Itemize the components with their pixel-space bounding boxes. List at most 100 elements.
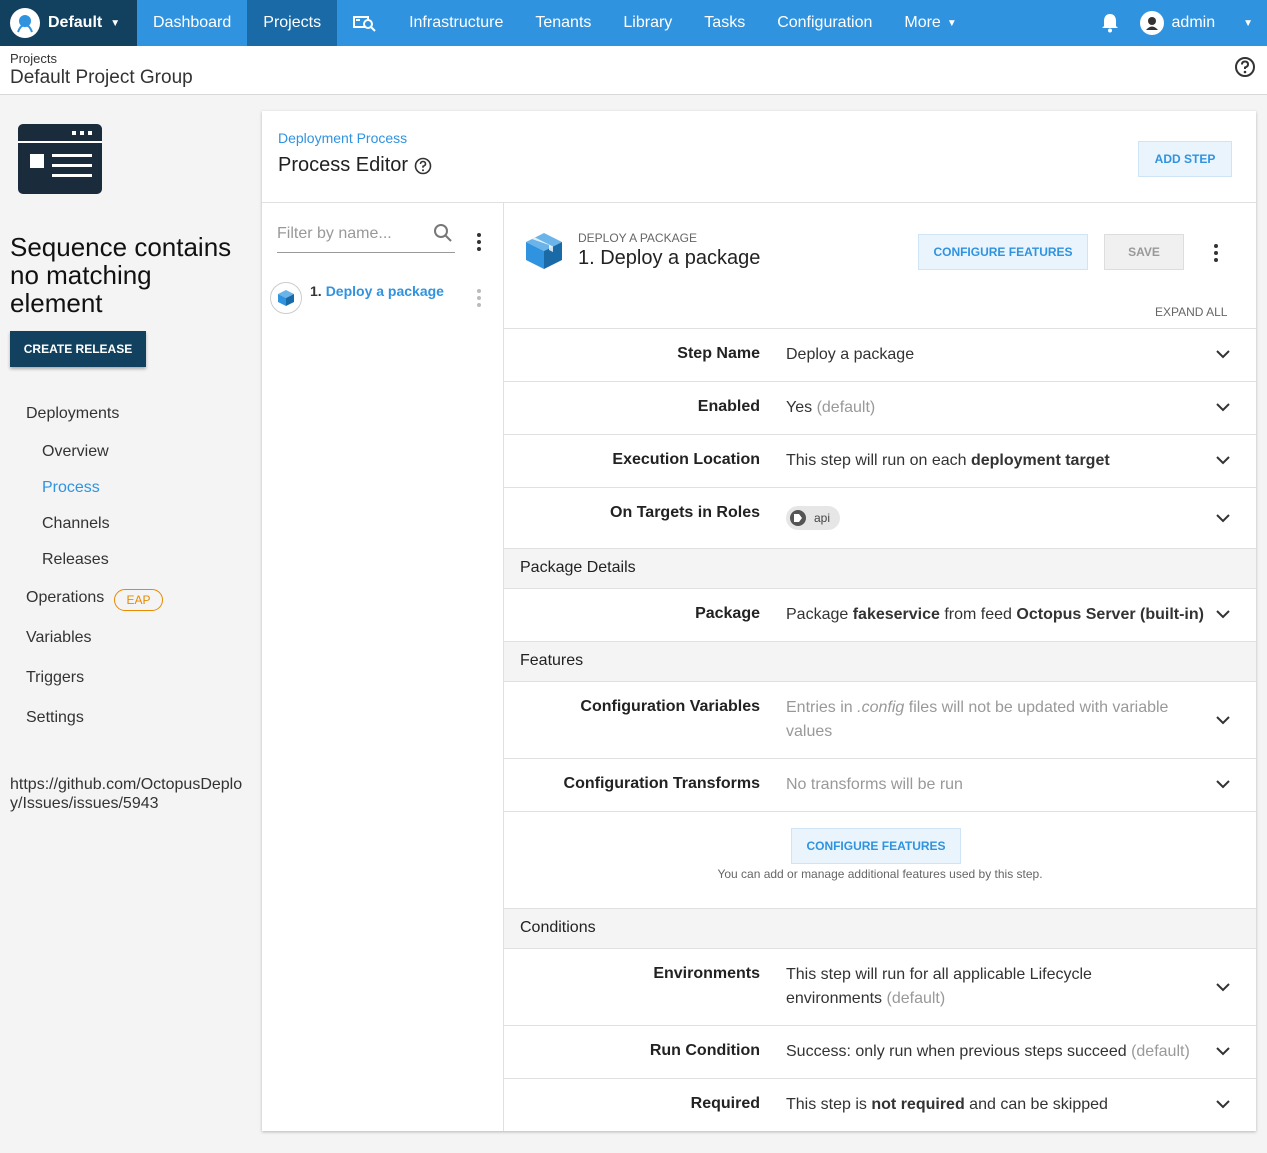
- config-extension: .config: [857, 699, 905, 716]
- chevron-down-icon: [1216, 1047, 1230, 1056]
- caret-down-icon: ▼: [110, 17, 121, 29]
- chevron-down-icon: [1216, 1100, 1230, 1109]
- sidebar-item-operations[interactable]: Operations: [26, 589, 104, 607]
- nav-projects[interactable]: Projects: [247, 0, 338, 46]
- row-run-condition[interactable]: Run Condition Success: only run when pre…: [504, 1025, 1256, 1078]
- nav-more[interactable]: More ▼: [888, 0, 972, 46]
- row-label: Configuration Variables: [580, 698, 760, 715]
- chevron-down-icon: [1216, 514, 1230, 523]
- row-label: Step Name: [677, 345, 760, 362]
- row-value-emphasis: not required: [871, 1096, 965, 1113]
- row-step-name[interactable]: Step Name Deploy a package: [504, 328, 1256, 381]
- space-switcher[interactable]: Default ▼: [0, 0, 137, 46]
- row-execution-location[interactable]: Execution Location This step will run on…: [504, 434, 1256, 487]
- user-menu[interactable]: admin ▼: [1139, 11, 1267, 35]
- editor-breadcrumb[interactable]: Deployment Process: [278, 130, 407, 146]
- page-header: Projects Default Project Group: [0, 46, 1267, 95]
- sidebar-item-settings[interactable]: Settings: [26, 709, 84, 727]
- step-number: 1.: [310, 283, 322, 299]
- nav-dashboard[interactable]: Dashboard: [137, 0, 247, 46]
- breadcrumb[interactable]: Projects: [10, 51, 57, 66]
- nav-infrastructure[interactable]: Infrastructure: [393, 0, 519, 46]
- caret-down-icon: ▼: [946, 17, 957, 29]
- row-label: Enabled: [697, 398, 760, 415]
- step-list-item[interactable]: 1. Deploy a package: [270, 282, 444, 314]
- step-item-menu-icon[interactable]: [477, 289, 481, 307]
- process-editor-card: Deployment Process Process Editor ADD ST…: [262, 111, 1256, 1131]
- row-configuration-variables[interactable]: Configuration Variables Entries in .conf…: [504, 681, 1256, 758]
- project-logo-icon: [18, 124, 102, 194]
- chevron-down-icon: [1216, 716, 1230, 725]
- row-label: Package: [695, 605, 760, 622]
- page-title: Default Project Group: [10, 67, 193, 88]
- divider: [504, 811, 1256, 812]
- package-icon: [270, 282, 302, 314]
- row-configuration-transforms[interactable]: Configuration Transforms No transforms w…: [504, 758, 1256, 811]
- row-value: from feed: [944, 606, 1012, 623]
- expand-all-button[interactable]: EXPAND ALL: [1155, 305, 1227, 319]
- sidebar-item-variables[interactable]: Variables: [26, 629, 92, 647]
- step-list-menu-icon[interactable]: [477, 233, 481, 251]
- chevron-down-icon: [1216, 350, 1230, 359]
- nav-search[interactable]: [337, 0, 393, 46]
- section-conditions: Conditions: [504, 908, 1256, 948]
- space-name: Default: [48, 14, 103, 31]
- row-value: and can be skipped: [969, 1096, 1108, 1113]
- user-avatar-icon: [1139, 11, 1164, 35]
- top-nav: Default ▼ Dashboard Projects Infrastruct…: [0, 0, 1267, 46]
- tag-icon: [790, 510, 806, 526]
- create-release-button[interactable]: CREATE RELEASE: [10, 331, 146, 367]
- sidebar-item-process[interactable]: Process: [42, 479, 100, 497]
- step-title: 1. Deploy a package: [578, 247, 761, 269]
- step-name: Deploy a package: [325, 283, 444, 299]
- chevron-down-icon: [1216, 403, 1230, 412]
- default-hint: (default): [886, 990, 946, 1007]
- nav-library[interactable]: Library: [607, 0, 688, 46]
- editor-title: Process Editor: [278, 154, 432, 177]
- row-environments[interactable]: Environments This step will run for all …: [504, 948, 1256, 1025]
- sidebar-item-triggers[interactable]: Triggers: [26, 669, 84, 687]
- sidebar-item-channels[interactable]: Channels: [42, 515, 110, 533]
- row-value: Deploy a package: [786, 346, 915, 363]
- package-name: fakeservice: [852, 606, 940, 623]
- row-enabled[interactable]: Enabled Yes (default): [504, 381, 1256, 434]
- issue-link[interactable]: https://github.com/OctopusDeploy/Issues/…: [10, 775, 250, 813]
- row-value: This step will run on each: [786, 452, 967, 469]
- octopus-logo-icon: [10, 8, 40, 38]
- row-value: No transforms will be run: [786, 776, 963, 793]
- search-icon: [434, 224, 452, 242]
- search-machines-icon: [353, 16, 376, 32]
- row-label: On Targets in Roles: [610, 504, 760, 521]
- row-required[interactable]: Required This step is not required and c…: [504, 1078, 1256, 1131]
- save-button[interactable]: SAVE: [1104, 234, 1184, 270]
- help-icon[interactable]: [414, 157, 432, 175]
- default-hint: (default): [816, 399, 876, 416]
- row-value: Package: [786, 606, 849, 623]
- row-label: Environments: [653, 965, 760, 982]
- section-features: Features: [504, 641, 1256, 681]
- row-value: Success: only run when previous steps su…: [786, 1043, 1127, 1060]
- row-value: Yes: [786, 399, 813, 416]
- row-value: Entries in: [786, 699, 853, 716]
- nav-configuration[interactable]: Configuration: [761, 0, 888, 46]
- row-label: Execution Location: [612, 451, 760, 468]
- bell-icon[interactable]: [1080, 13, 1140, 33]
- filter-input[interactable]: Filter by name...: [277, 223, 455, 253]
- section-package-details: Package Details: [504, 548, 1256, 588]
- row-package[interactable]: Package Package fakeservice from feed Oc…: [504, 588, 1256, 641]
- step-menu-icon[interactable]: [1214, 244, 1218, 262]
- sidebar-item-deployments[interactable]: Deployments: [26, 405, 119, 423]
- nav-tenants[interactable]: Tenants: [519, 0, 607, 46]
- sidebar-item-overview[interactable]: Overview: [42, 443, 109, 461]
- nav-tasks[interactable]: Tasks: [688, 0, 761, 46]
- chevron-down-icon: [1216, 780, 1230, 789]
- row-target-roles[interactable]: On Targets in Roles api: [504, 487, 1256, 548]
- step-kind: DEPLOY A PACKAGE: [578, 231, 697, 245]
- sidebar-item-releases[interactable]: Releases: [42, 551, 109, 569]
- add-step-button[interactable]: ADD STEP: [1138, 141, 1232, 177]
- caret-down-icon: ▼: [1243, 17, 1253, 29]
- configure-features-button[interactable]: CONFIGURE FEATURES: [791, 828, 961, 864]
- help-icon[interactable]: [1234, 56, 1256, 83]
- configure-features-button[interactable]: CONFIGURE FEATURES: [918, 234, 1088, 270]
- nav-more-label: More: [904, 14, 941, 31]
